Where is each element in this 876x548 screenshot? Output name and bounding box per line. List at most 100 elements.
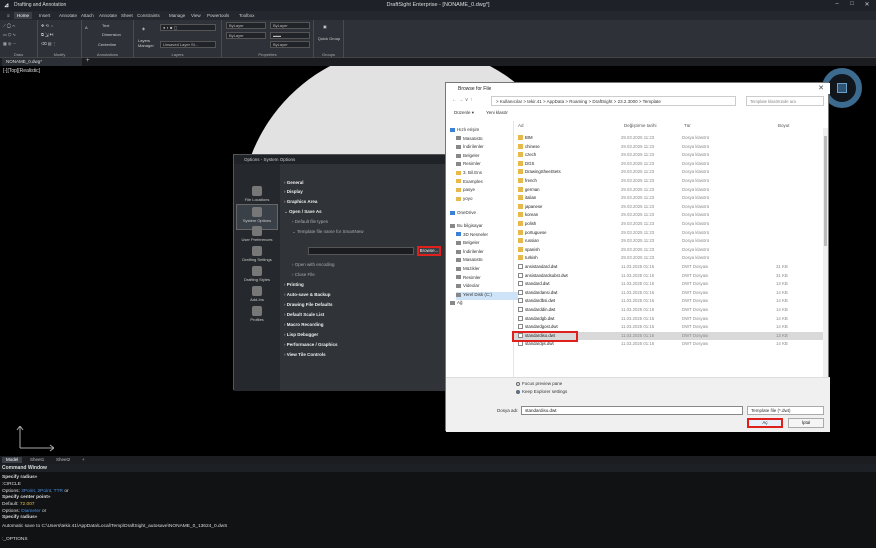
tree-item[interactable]: Ağ — [450, 300, 463, 308]
tab-file[interactable]: ≡ — [4, 12, 13, 19]
tab-model[interactable]: Model — [2, 457, 23, 463]
erase-icon[interactable]: ⌫ ▤ ⋮ — [41, 41, 57, 46]
tab-annotate[interactable]: Annotate — [56, 12, 80, 19]
option-display[interactable]: › Display — [284, 189, 303, 197]
group-icon[interactable]: ▣ — [323, 24, 327, 29]
viewport-label[interactable]: [-][Top][Realistic] — [3, 68, 40, 74]
file-row[interactable]: polish 29.03.2025 11:23 Dosya klasörü — [514, 220, 824, 229]
file-row[interactable]: italian 29.03.2025 11:23 Dosya klasörü — [514, 194, 824, 203]
file-row[interactable]: ansistandardsubst.dwt 11.03.2025 01:16 DWT… — [514, 272, 824, 281]
scrollbar-thumb[interactable] — [824, 136, 827, 246]
file-row[interactable]: standarddin.dwt 11.03.2025 01:16 DWT Dosya… — [514, 306, 824, 315]
centerline-button[interactable]: Centerline — [98, 42, 116, 47]
option-debugger[interactable]: › Lisp Debugger — [284, 332, 318, 340]
close-button[interactable]: ✕ — [862, 1, 872, 10]
file-row[interactable]: BIM 29.03.2025 11:23 Dosya klasörü — [514, 134, 824, 143]
option-graphics-area[interactable]: › Graphics Area — [284, 199, 317, 207]
radio-keep-explorer[interactable]: Keep Explorer settings — [516, 389, 567, 394]
tab-powertools[interactable]: Powertools — [204, 12, 232, 19]
tab-attach[interactable]: Attach — [78, 12, 97, 19]
file-type-dropdown[interactable]: Template file (*.dwt) — [747, 406, 824, 415]
scrollbar[interactable] — [823, 128, 828, 378]
file-row[interactable]: standardbsi.dwt 11.03.2025 01:16 DWT Dosya… — [514, 297, 824, 306]
file-row[interactable]: turkish 29.03.2025 11:23 Dosya klasörü — [514, 254, 824, 263]
maximize-button[interactable]: □ — [847, 1, 857, 10]
tree-item[interactable]: Hızlı erişim — [450, 127, 479, 135]
file-name-input[interactable]: standardiso.dwt — [521, 406, 743, 415]
dimension-button[interactable]: Dimension — [102, 32, 121, 37]
tab-toolbox[interactable]: Toolbox — [236, 12, 258, 19]
tree-item[interactable]: 3. Bil.Ens — [456, 170, 482, 178]
hatch-icon[interactable]: ▦ ◎ ⋯ — [3, 41, 17, 46]
open-button[interactable]: Aç — [747, 418, 783, 428]
polyline-icon[interactable]: ▭ ⬠ ∿ — [3, 32, 16, 37]
file-row[interactable]: spanish 29.03.2025 11:23 Dosya klasörü — [514, 246, 824, 255]
search-input[interactable]: Template klasöründe ara — [746, 96, 824, 106]
tree-item[interactable]: Bu bilgisayar — [450, 223, 483, 231]
layer-state-dropdown[interactable]: Unsaved Layer St... — [160, 41, 216, 48]
template-path-field[interactable] — [308, 247, 414, 255]
annotation-icon[interactable]: A — [85, 25, 88, 30]
tab-manage[interactable]: Manage — [166, 12, 188, 19]
column-name[interactable]: Ad — [518, 123, 524, 128]
option-macro[interactable]: › Macro Recording — [284, 322, 324, 330]
tree-item[interactable]: Videolar — [456, 283, 479, 291]
cancel-button[interactable]: İptal — [788, 418, 824, 428]
file-row[interactable]: japanese 29.03.2025 11:23 Dosya klasörü — [514, 203, 824, 212]
layer-color-dropdown[interactable]: ● ◐ ■ ▢ — [160, 24, 216, 31]
tree-item[interactable]: Resimler — [456, 275, 481, 283]
file-row[interactable]: standard.dwt 11.03.2025 01:16 DWT Dosyası 1… — [514, 280, 824, 289]
layers-icon[interactable]: ◈ — [142, 26, 145, 31]
tab-view[interactable]: View — [188, 12, 204, 19]
line-icon[interactable]: ⟋ ◯ ⌒ — [3, 23, 15, 28]
option-open-save[interactable]: ⌄ Open / Save As — [284, 209, 322, 217]
tab-insert[interactable]: Insert — [36, 12, 53, 19]
tree-item[interactable]: pasye — [456, 187, 475, 195]
tab-constraints[interactable]: Constraints — [134, 12, 163, 19]
add-sheet-button[interactable]: + — [78, 457, 89, 463]
file-row[interactable]: czech 29.03.2025 11:23 Dosya klasörü — [514, 151, 824, 160]
option-tile-controls[interactable]: › View Tile Controls — [284, 352, 326, 360]
file-row[interactable]: ansistandard.dwt 11.03.2025 01:16 DWT Dosy… — [514, 263, 824, 272]
option-default-scale[interactable]: › Default Scale List — [284, 312, 324, 320]
tree-item[interactable]: Resimler — [456, 161, 481, 169]
tree-item[interactable]: Belgeler — [456, 240, 480, 248]
tree-item[interactable]: Yerel Disk (C:) — [456, 291, 518, 300]
document-tab[interactable]: NONAME_0.dwg* — [2, 58, 82, 66]
option-general[interactable]: › General — [284, 180, 304, 188]
tree-item[interactable]: İndirilenler — [456, 144, 484, 152]
option-printing[interactable]: › Printing — [284, 282, 304, 290]
text-button[interactable]: Text — [102, 23, 109, 28]
file-row[interactable]: standardgb.dwt 11.03.2025 01:16 DWT Dosyas… — [514, 315, 824, 324]
tab-sheet2[interactable]: Sheet2 — [52, 457, 74, 463]
layers-manager-button[interactable]: Layers Manager — [138, 38, 160, 48]
new-document-button[interactable]: + — [86, 58, 90, 64]
option-open-encoding[interactable]: › Open with encoding — [292, 262, 335, 270]
view-cube-face[interactable] — [837, 83, 847, 93]
file-row[interactable]: DGS 29.03.2025 11:23 Dosya klasörü — [514, 160, 824, 169]
column-type[interactable]: Tür — [684, 123, 691, 128]
transparency-dropdown[interactable]: ▬▬ — [270, 32, 310, 39]
file-row[interactable]: standardansi.dwt 11.03.2025 01:16 DWT Dosy… — [514, 289, 824, 298]
color-dropdown[interactable]: ByLayer — [226, 22, 266, 29]
file-row[interactable]: french 29.03.2025 11:23 Dosya klasörü — [514, 177, 824, 186]
linetype-dropdown[interactable]: ByLayer — [270, 22, 310, 29]
tab-sheet1[interactable]: Sheet1 — [26, 457, 48, 463]
copy-icon[interactable]: ⧉ ⇲ ✂ — [41, 32, 54, 37]
tab-home[interactable]: Home — [14, 12, 33, 19]
radio-focus-preview[interactable]: Focus preview pane — [516, 381, 562, 386]
tab-annotate-2[interactable]: Annotate — [96, 12, 120, 19]
minimize-button[interactable]: – — [832, 1, 842, 10]
file-row[interactable]: DrawingSheetSets 29.03.2025 11:23 Dosya kl… — [514, 168, 824, 177]
option-autosave[interactable]: › Auto-save & Backup — [284, 292, 331, 300]
move-icon[interactable]: ✥ ⟲ ⇔ — [41, 23, 54, 28]
tree-item[interactable]: Examples — [456, 179, 483, 187]
tree-item[interactable]: Belgeler — [456, 153, 480, 161]
command-option-link[interactable]: Diameter — [21, 509, 40, 514]
option-drawing-defaults[interactable]: › Drawing File Defaults — [284, 302, 333, 310]
tree-item[interactable]: yoyo — [456, 196, 473, 204]
file-row[interactable]: russian 29.03.2025 11:23 Dosya klasörü — [514, 237, 824, 246]
quick-group-button[interactable]: Quick Group — [317, 36, 341, 41]
tree-item[interactable]: Masaüstü — [456, 136, 483, 144]
tree-item[interactable]: Müzikler — [456, 266, 480, 274]
